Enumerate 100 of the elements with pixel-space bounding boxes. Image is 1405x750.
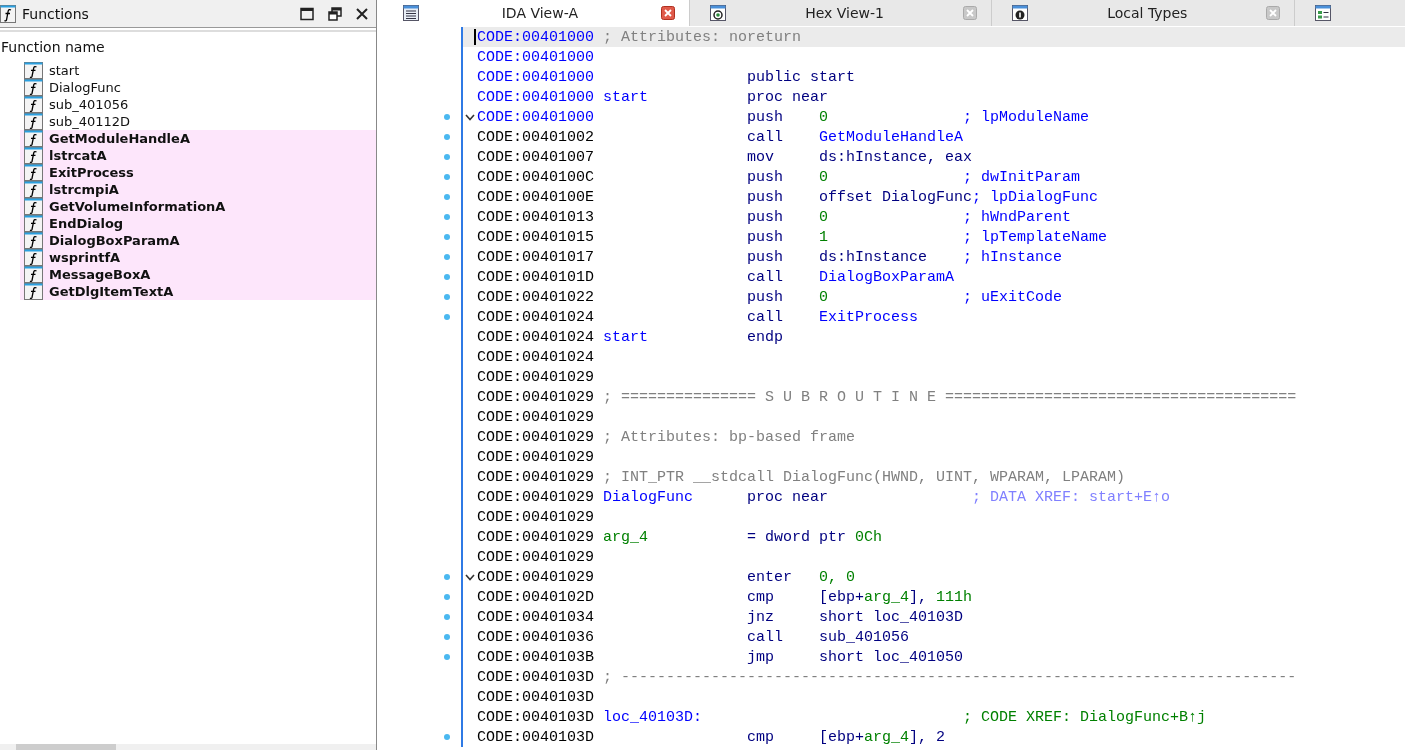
comment-text: ; hInstance — [963, 248, 1063, 266]
address-text: CODE:00401029 — [477, 448, 595, 466]
breakpoint-dot[interactable] — [444, 254, 450, 260]
address-text: CODE:00401034 — [477, 608, 595, 626]
mnemonic-text: enter — [747, 568, 793, 586]
comment-text: ; CODE XREF: DialogFunc+B↑j — [963, 708, 1207, 726]
chevron-icon[interactable] — [465, 113, 475, 121]
mnemonic-text: push — [747, 188, 784, 206]
operand-text: ds:hInstance — [819, 248, 928, 266]
label-text: arg_4 — [603, 528, 649, 546]
breakpoint-dot[interactable] — [444, 734, 450, 740]
label-text: start — [603, 88, 649, 106]
mnemonic-text: endp — [747, 328, 784, 346]
breakpoint-dot[interactable] — [444, 634, 450, 640]
breakpoint-dot[interactable] — [444, 194, 450, 200]
address-text: CODE:0040100C — [477, 168, 595, 186]
operand-text: DialogBoxParamA — [819, 268, 955, 286]
tab[interactable] — [1295, 0, 1405, 26]
tab[interactable]: Hex View-1 — [689, 0, 993, 26]
comment-text: ; Attributes: bp-based frame — [603, 428, 856, 446]
tab[interactable]: IDA View-A — [383, 0, 690, 26]
breakpoint-dot[interactable] — [444, 174, 450, 180]
mnemonic-text: push — [747, 288, 784, 306]
function-icon — [24, 79, 43, 96]
tab[interactable]: Local Types — [992, 0, 1296, 26]
panel-title: Functions — [22, 5, 89, 22]
mnemonic-text: mov — [747, 148, 775, 166]
restore-icon[interactable] — [328, 6, 342, 21]
maximize-icon[interactable] — [300, 6, 314, 21]
comment-text: ; lpDialogFunc — [972, 188, 1099, 206]
mnemonic-text: call — [747, 628, 784, 646]
function-name[interactable]: lstrcatA — [49, 148, 107, 163]
mnemonic-text: = dword ptr — [747, 528, 847, 546]
address-text: CODE:00401000 — [477, 48, 595, 66]
mnemonic-text: call — [747, 128, 784, 146]
address-text: CODE:00401002 — [477, 128, 595, 146]
address-text: CODE:00401024 — [477, 328, 595, 346]
function-name[interactable]: EndDialog — [49, 216, 124, 231]
address-text: CODE:0040103B — [477, 648, 595, 666]
mnemonic-text: call — [747, 308, 784, 326]
address-text: CODE:0040100E — [477, 188, 595, 206]
operand-text: 1 — [819, 228, 829, 246]
function-icon — [24, 198, 43, 215]
breakpoint-dot[interactable] — [444, 614, 450, 620]
function-icon — [24, 147, 43, 164]
breakpoint-dot[interactable] — [444, 294, 450, 300]
breakpoint-dot[interactable] — [444, 314, 450, 320]
operand-text: short loc_40103D — [819, 608, 964, 626]
list-icon — [403, 5, 419, 21]
breakpoint-dot[interactable] — [444, 154, 450, 160]
horizontal-scrollbar[interactable] — [0, 744, 376, 750]
chevron-icon[interactable] — [465, 573, 475, 581]
column-header[interactable]: Function name — [0, 32, 376, 54]
label-text: loc_40103D: — [603, 708, 703, 726]
breakpoint-dot[interactable] — [444, 234, 450, 240]
address-text: CODE:00401029 — [477, 548, 595, 566]
breakpoint-dot[interactable] — [444, 654, 450, 660]
address-text: CODE:0040103D — [477, 668, 595, 686]
table-icon — [1315, 5, 1332, 21]
breakpoint-dot[interactable] — [444, 594, 450, 600]
address-text: CODE:0040102D — [477, 588, 595, 606]
address-text: CODE:00401029 — [477, 488, 595, 506]
function-name[interactable]: DialogFunc — [49, 80, 121, 95]
label-text: DialogFunc — [603, 488, 694, 506]
comment-text: ; hWndParent — [963, 208, 1072, 226]
address-text: CODE:00401029 — [477, 408, 595, 426]
breakpoint-dot[interactable] — [444, 114, 450, 120]
operand-text: sub_401056 — [819, 628, 910, 646]
mnemonic-text: cmp — [747, 728, 775, 746]
close-icon[interactable] — [660, 6, 675, 20]
address-text: CODE:0040103D — [477, 708, 595, 726]
function-icon — [24, 96, 43, 113]
function-name[interactable]: sub_40112D — [49, 114, 131, 129]
mnemonic-text: push — [747, 108, 784, 126]
info-icon — [1012, 5, 1029, 21]
mnemonic-text: jnz — [747, 608, 775, 626]
breakpoint-dot[interactable] — [444, 214, 450, 220]
function-icon — [24, 215, 43, 232]
function-icon — [24, 130, 43, 147]
address-text: CODE:00401017 — [477, 248, 595, 266]
function-name[interactable]: start — [49, 63, 80, 78]
address-text: CODE:00401029 — [477, 568, 595, 586]
breakpoint-dot[interactable] — [444, 274, 450, 280]
operand-text: [ebp+arg_4], 111h — [819, 588, 973, 606]
operand-text: ds:hInstance, eax — [819, 148, 973, 166]
mnemonic-text: cmp — [747, 588, 775, 606]
breakpoint-dot[interactable] — [444, 134, 450, 140]
operand-text: 0 — [819, 168, 829, 186]
function-name[interactable]: sub_401056 — [49, 97, 129, 112]
function-name[interactable]: wsprintfA — [49, 250, 121, 265]
function-icon — [24, 62, 43, 79]
operand-text: 0Ch — [854, 528, 883, 546]
mnemonic-text: proc near — [747, 88, 829, 106]
comment-text: ; Attributes: noreturn — [603, 28, 802, 46]
close-icon[interactable] — [356, 7, 368, 20]
operand-text: GetModuleHandleA — [819, 128, 964, 146]
address-text: CODE:00401000 — [477, 108, 595, 126]
function-name[interactable]: lstrcmpiA — [49, 182, 119, 197]
breakpoint-dot[interactable] — [444, 574, 450, 580]
address-text: CODE:0040101D — [477, 268, 595, 286]
